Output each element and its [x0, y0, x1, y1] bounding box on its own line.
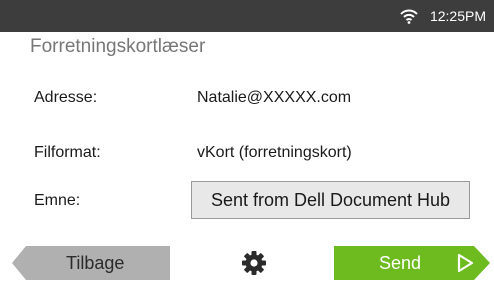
file-format-value[interactable]: vKort (forretningskort)	[197, 144, 352, 162]
status-bar: 12:25PM	[0, 0, 494, 32]
status-time: 12:25PM	[429, 8, 486, 24]
back-button-label: Tilbage	[66, 252, 125, 273]
gear-icon[interactable]	[241, 250, 267, 276]
address-value[interactable]: Natalie@XXXXX.com	[197, 89, 351, 107]
file-format-label: Filformat:	[34, 144, 101, 161]
send-button-label: Send	[379, 252, 422, 273]
screen: 12:25PM Forretningskortlæser Adresse: Na…	[0, 0, 494, 282]
subject-field[interactable]: Sent from Dell Document Hub	[191, 181, 470, 219]
page-title: Forretningskortlæser	[30, 36, 206, 57]
wifi-icon	[400, 9, 418, 24]
subject-label: Emne:	[34, 192, 81, 209]
status-area: 12:25PM	[400, 0, 486, 32]
back-button[interactable]: Tilbage	[12, 246, 170, 280]
send-button[interactable]: Send	[334, 246, 490, 280]
address-label: Adresse:	[34, 89, 98, 106]
